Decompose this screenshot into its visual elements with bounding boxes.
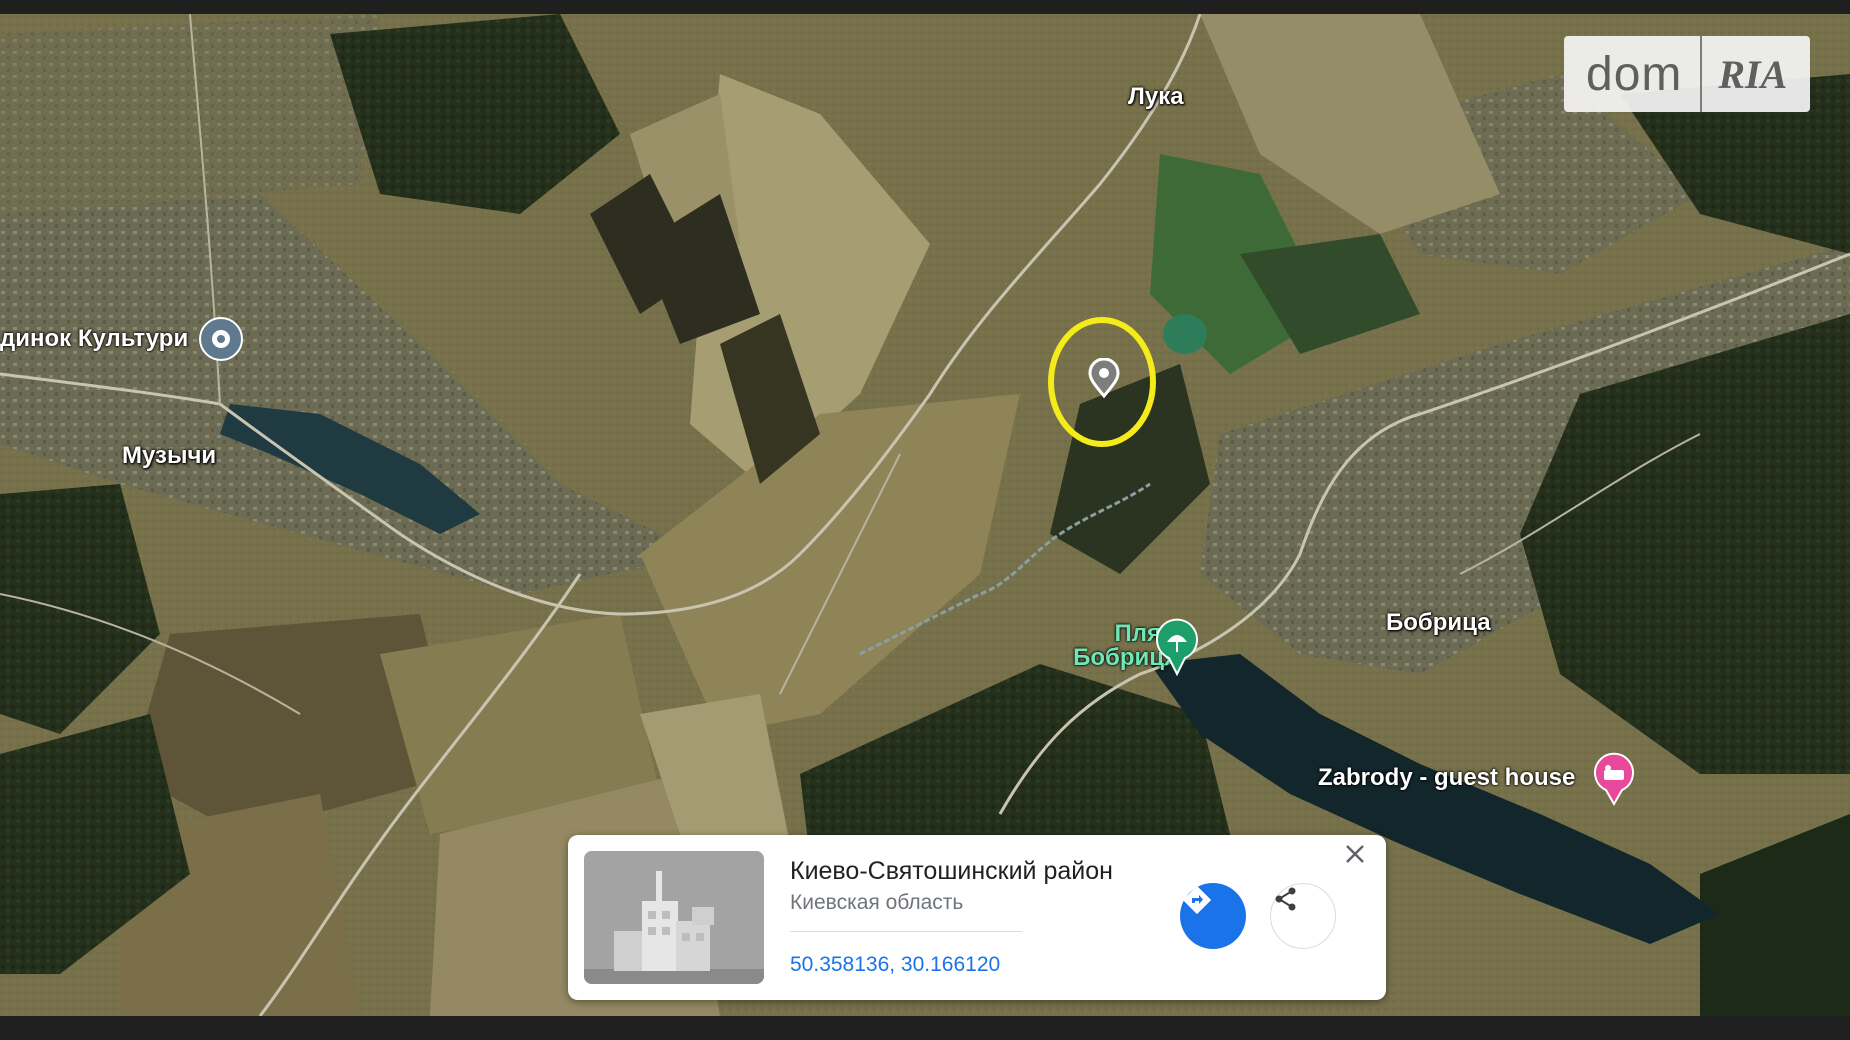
top-bar (0, 0, 1850, 14)
place-label-muzychi[interactable]: Музычи (122, 442, 216, 470)
screenshot-frame: Лука Музычи Бобрица динок Культури Пляж … (0, 0, 1850, 1040)
share-icon (1275, 887, 1296, 911)
directions-button[interactable] (1180, 883, 1246, 949)
bottom-bar (0, 1016, 1850, 1040)
logo-ria-text: RIA (1718, 51, 1788, 97)
place-subtitle: Киевская область (790, 891, 964, 914)
place-thumbnail[interactable] (584, 851, 764, 984)
poi-label-culture-house[interactable]: динок Культури (0, 325, 188, 353)
directions-icon (1182, 885, 1212, 915)
poi-label-guest-house[interactable]: Zabrody - guest house (1318, 764, 1575, 792)
place-label-bobrytsa[interactable]: Бобрица (1386, 609, 1491, 637)
card-divider (790, 931, 1022, 932)
satellite-map[interactable]: Лука Музычи Бобрица динок Культури Пляж … (0, 14, 1850, 1016)
close-button[interactable] (1344, 843, 1376, 875)
place-title: Киево-Святошинский район (790, 857, 1113, 885)
building-illustration-icon (584, 851, 764, 984)
place-info-card: Киево-Святошинский район Киевская област… (568, 835, 1386, 1000)
logo-dom-text: dom (1586, 47, 1683, 101)
domria-logo: dom RIA (1564, 36, 1810, 112)
share-button[interactable] (1270, 883, 1336, 949)
close-icon (1346, 845, 1364, 863)
place-label-luka[interactable]: Лука (1128, 83, 1184, 111)
coordinates-link[interactable]: 50.358136, 30.166120 (790, 953, 1000, 977)
